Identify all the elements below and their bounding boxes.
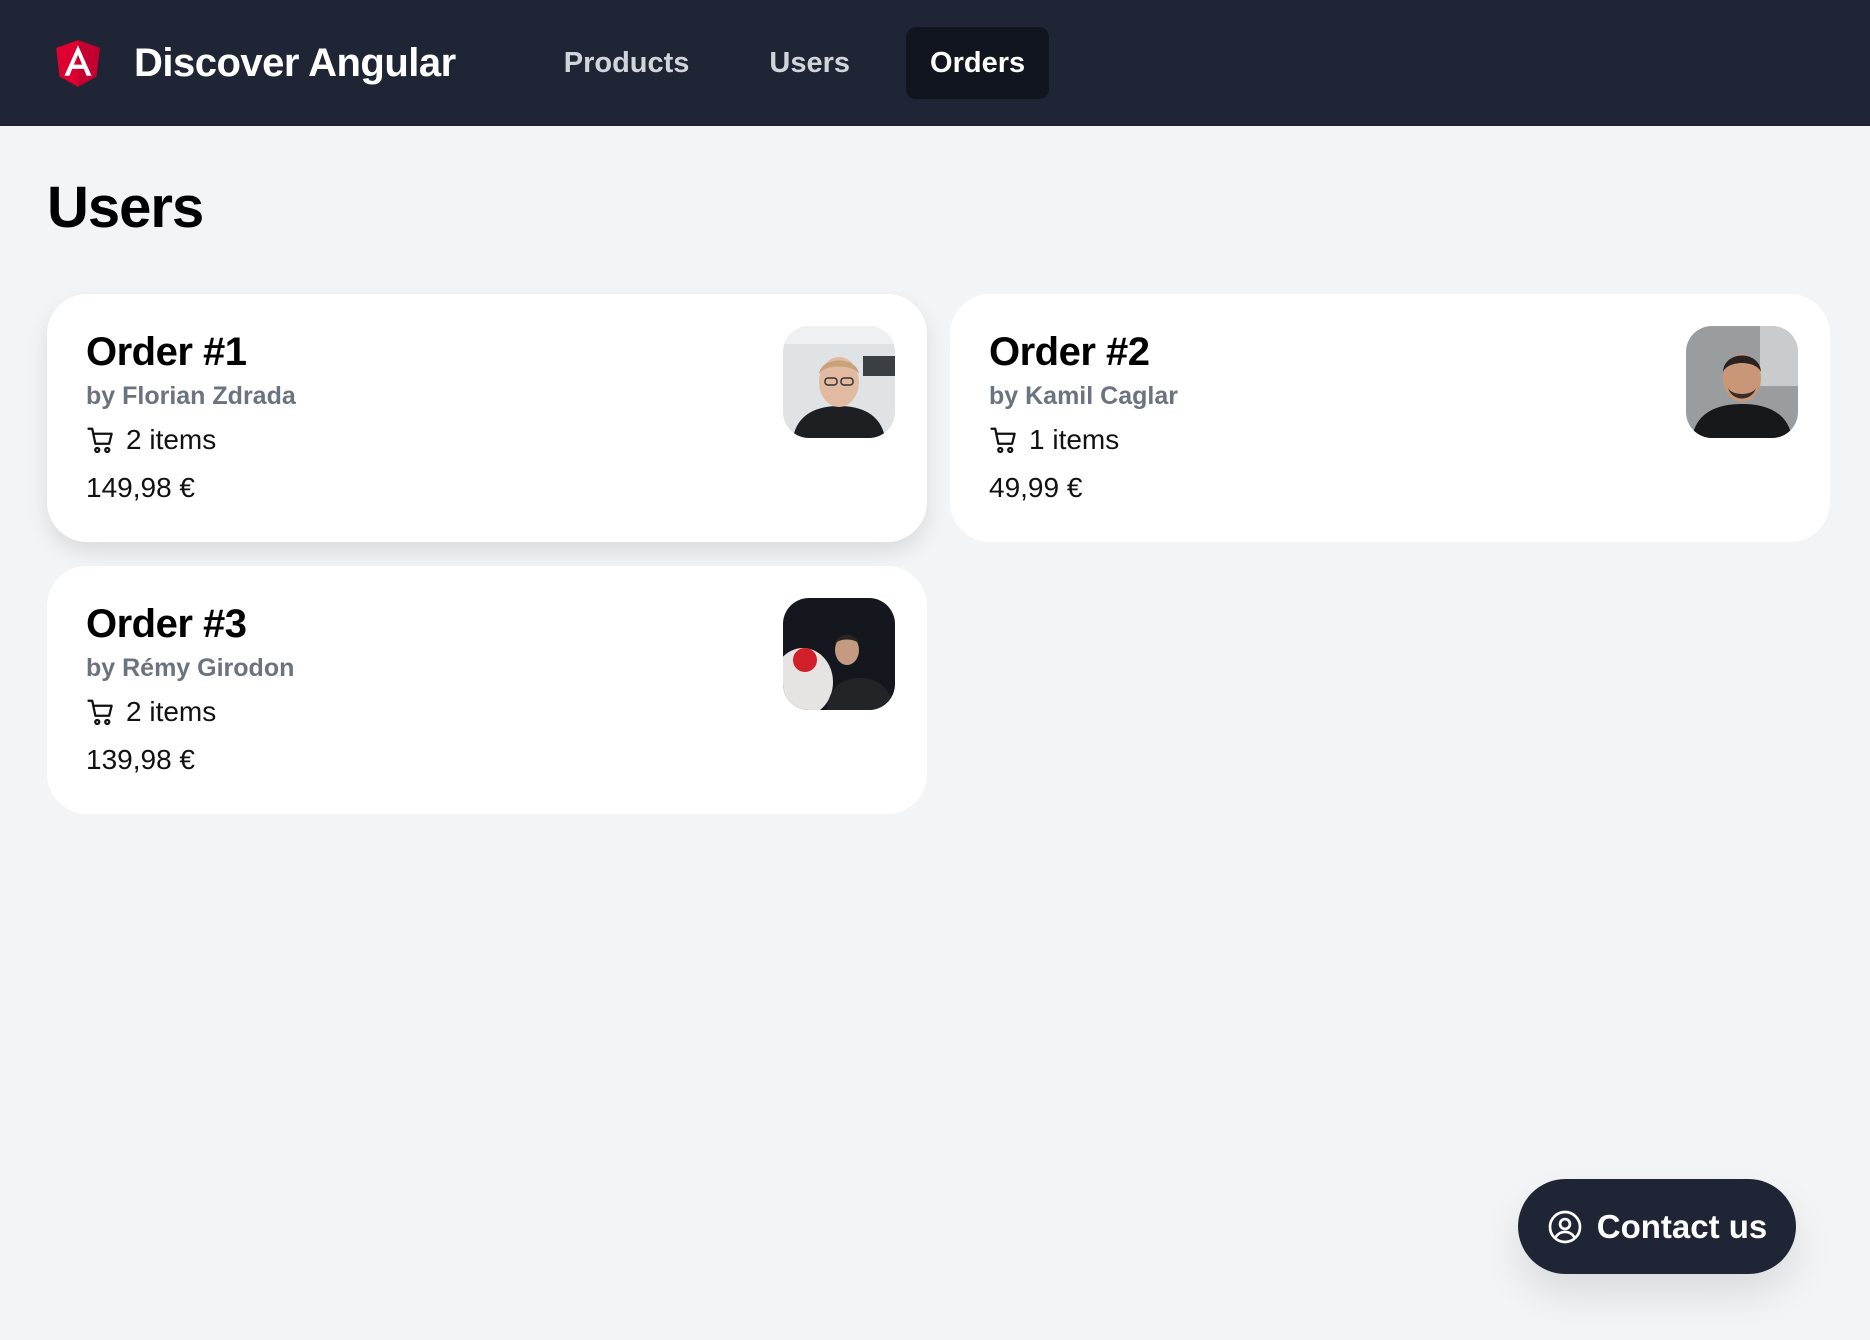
angular-logo-icon — [56, 40, 100, 87]
order-items: 1 items — [989, 424, 1119, 456]
contact-us-button[interactable]: Contact us — [1518, 1179, 1796, 1274]
brand[interactable]: Discover Angular — [52, 34, 456, 92]
order-author: by Kamil Caglar — [989, 382, 1178, 410]
avatar — [1686, 326, 1798, 438]
order-card-3[interactable]: Order #3 by Rémy Girodon 2 items 139,98 … — [47, 566, 927, 814]
brand-title: Discover Angular — [134, 40, 456, 85]
order-items: 2 items — [86, 424, 216, 456]
avatar — [783, 326, 895, 438]
contact-us-label: Contact us — [1596, 1207, 1768, 1245]
avatar — [783, 598, 895, 710]
order-items: 2 items — [86, 696, 216, 728]
page-title: Users — [47, 175, 204, 240]
order-card-2[interactable]: Order #2 by Kamil Caglar 1 items 49,99 € — [950, 294, 1830, 542]
order-title: Order #2 — [989, 330, 1150, 374]
order-items-count: 2 items — [126, 696, 217, 727]
user-circle-icon — [1548, 1210, 1582, 1243]
order-items-count: 1 items — [1029, 424, 1120, 455]
order-author: by Rémy Girodon — [86, 654, 295, 682]
nav-users[interactable]: Users — [745, 27, 874, 99]
cart-icon — [87, 427, 113, 454]
order-price: 139,98 € — [86, 744, 195, 775]
order-price: 49,99 € — [989, 472, 1083, 503]
order-price: 149,98 € — [86, 472, 195, 503]
top-navbar: Discover Angular Products Users Orders — [0, 0, 1870, 126]
order-title: Order #1 — [86, 330, 247, 374]
order-items-count: 2 items — [126, 424, 217, 455]
cart-icon — [990, 427, 1016, 454]
order-author: by Florian Zdrada — [86, 382, 296, 410]
nav-products[interactable]: Products — [540, 27, 714, 99]
order-title: Order #3 — [86, 602, 247, 646]
cart-icon — [87, 699, 113, 726]
order-card-1[interactable]: Order #1 by Florian Zdrada 2 items 149,9… — [47, 294, 927, 542]
main-nav: Products Users Orders — [540, 27, 1081, 99]
nav-orders[interactable]: Orders — [906, 27, 1050, 99]
